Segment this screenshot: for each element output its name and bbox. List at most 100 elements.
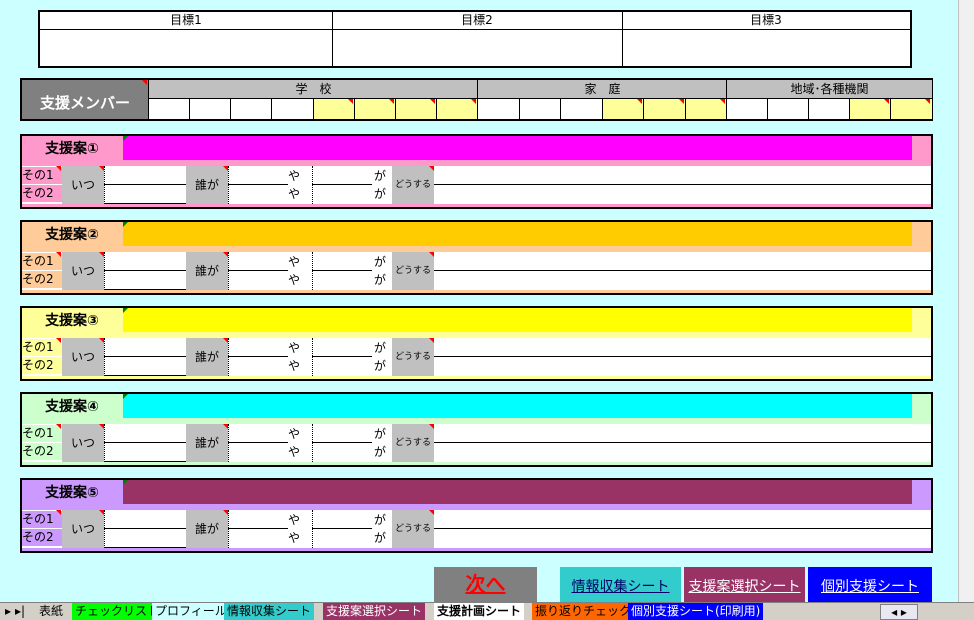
ya-label: や (288, 445, 301, 459)
comment-marker (637, 99, 642, 104)
how-divider (434, 184, 931, 185)
comment-marker (347, 99, 353, 104)
row-label-sono2: その2 (22, 185, 62, 202)
cell-border (228, 510, 229, 548)
plan-rows: その1 その2 いつ 誰が や や が が どうする (22, 338, 931, 376)
plan-rows: その1 その2 いつ 誰が や や が が どうする (22, 252, 931, 290)
cell-border (228, 252, 229, 290)
ya-label: や (288, 169, 301, 183)
goal-2-header: 目標2 (332, 12, 622, 30)
goal-divider (332, 12, 333, 66)
when-label: いつ (62, 166, 104, 204)
plan-rows: その1 その2 いつ 誰が や や が が どうする (22, 424, 931, 462)
ya-label: や (288, 255, 301, 269)
when-divider (104, 356, 186, 357)
cell-border (312, 338, 313, 376)
cell-border (104, 166, 105, 204)
cell-border (104, 510, 105, 548)
goal-divider (622, 12, 623, 66)
ga-label: が (374, 255, 387, 269)
member-cell[interactable] (148, 99, 191, 119)
when-divider (104, 528, 186, 529)
plan-name-bar[interactable] (123, 394, 912, 418)
cell-border (228, 338, 229, 376)
how-label: どうする (392, 510, 434, 548)
goal-3-header: 目標3 (622, 12, 910, 30)
next-button[interactable]: 次へ (434, 567, 537, 602)
member-cell[interactable] (726, 99, 768, 119)
goals-table: 目標1 目標2 目標3 (38, 10, 912, 68)
plan-name-bar[interactable] (123, 480, 912, 504)
ya-label: や (288, 273, 301, 287)
comment-marker (56, 510, 61, 515)
member-cell[interactable] (518, 99, 561, 119)
sheet-tab-info-collection[interactable]: 情報収集シート (224, 603, 315, 620)
ga-label: が (374, 169, 387, 183)
how-divider (434, 528, 931, 529)
comment-marker (123, 308, 128, 313)
tab-scroll-last-icon[interactable]: ▸| (12, 603, 28, 620)
cell-border (228, 424, 229, 462)
cell-border (312, 166, 313, 204)
vertical-scrollbar[interactable] (958, 0, 974, 602)
how-label: どうする (392, 166, 434, 204)
support-plan-2: 支援案② その1 その2 いつ 誰が や や が が どうする (20, 220, 933, 295)
sheet-tab-support-plan[interactable]: 支援計画シート (434, 603, 525, 620)
who-label: 誰が (186, 338, 228, 376)
comment-marker (123, 136, 128, 141)
sheet-tab-reflection-check[interactable]: 振り返りチェック (532, 603, 635, 620)
member-cell[interactable] (808, 99, 850, 119)
cell-border (312, 510, 313, 548)
plan-name-bar[interactable] (123, 136, 912, 160)
group-home-header: 家 庭 (477, 80, 727, 99)
plan-name-bar[interactable] (123, 222, 912, 246)
member-cell[interactable] (230, 99, 273, 119)
comment-marker (123, 394, 128, 399)
who-divider (228, 356, 288, 357)
plan-title: 支援案⑤ (45, 485, 99, 501)
who-divider (228, 184, 288, 185)
row-label-sono2: その2 (22, 271, 62, 288)
comment-marker (142, 80, 147, 85)
who-divider (228, 442, 288, 443)
member-cell[interactable] (271, 99, 314, 119)
how-label: どうする (392, 424, 434, 462)
row-label-sono2: その2 (22, 529, 62, 546)
ga-label: が (374, 359, 387, 373)
who-label: 誰が (186, 424, 228, 462)
plan-name-bar[interactable] (123, 308, 912, 332)
comment-marker (56, 166, 61, 171)
sheet-tab-cover[interactable]: 表紙 (36, 603, 67, 620)
who-label: 誰が (186, 510, 228, 548)
horizontal-scrollbar[interactable]: ◂ ▸ (880, 604, 918, 620)
when-label: いつ (62, 252, 104, 290)
member-cell[interactable] (189, 99, 232, 119)
info-collection-sheet-button[interactable]: 情報収集シート (560, 567, 681, 602)
who-divider (312, 442, 372, 443)
ga-label: が (374, 531, 387, 545)
support-plan-4: 支援案④ その1 その2 いつ 誰が や や が が どうする (20, 392, 933, 467)
how-divider (434, 270, 931, 271)
plan-rows: その1 その2 いつ 誰が や や が が どうする (22, 510, 931, 548)
member-cell[interactable] (767, 99, 809, 119)
how-label: どうする (392, 252, 434, 290)
sheet-tab-profile[interactable]: プロフィール (152, 603, 230, 620)
when-divider (104, 547, 186, 548)
who-divider (228, 528, 288, 529)
sheet-tab-checklist[interactable]: チェックリスト (72, 603, 163, 620)
individual-support-sheet-button[interactable]: 個別支援シート (808, 567, 932, 602)
sheet-tab-individual-print[interactable]: 個別支援シート(印刷用) (628, 603, 764, 620)
cell-border (104, 252, 105, 290)
when-divider (104, 375, 186, 376)
ga-label: が (374, 513, 387, 527)
plan-selection-sheet-button[interactable]: 支援案選択シート (684, 567, 805, 602)
comment-marker (925, 99, 930, 104)
member-cell[interactable] (477, 99, 520, 119)
ga-label: が (374, 187, 387, 201)
when-divider (104, 289, 186, 290)
sheet-tab-plan-selection[interactable]: 支援案選択シート (323, 603, 426, 620)
cell-border (312, 424, 313, 462)
who-divider (228, 270, 288, 271)
cell-border (104, 424, 105, 462)
member-cell[interactable] (560, 99, 603, 119)
